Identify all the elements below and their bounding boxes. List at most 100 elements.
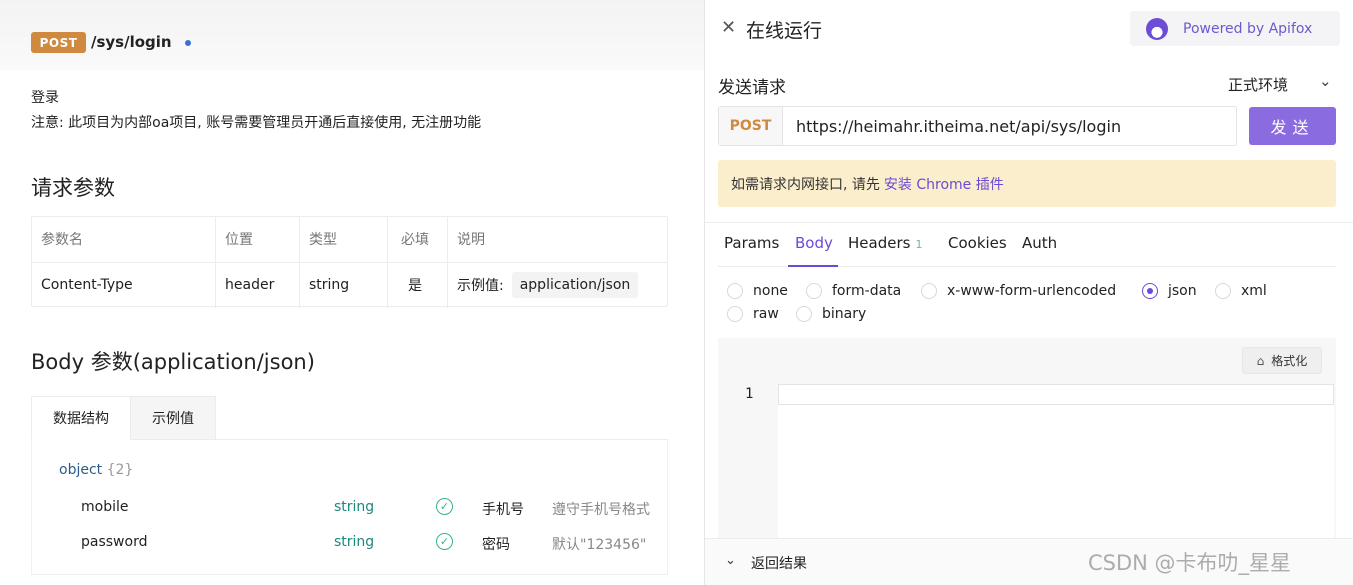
url-bar: POST: [718, 106, 1237, 146]
radio-icon: [1142, 283, 1158, 299]
param-type: string: [309, 277, 350, 293]
send-request-label: 发送请求: [718, 78, 786, 98]
header-type: 类型: [309, 232, 337, 248]
field-title: 手机号: [482, 502, 524, 518]
watermark: CSDN @卡布叻_星星: [1088, 551, 1292, 575]
format-icon: ⌂: [1256, 353, 1265, 368]
required-check-icon: ✓: [436, 498, 453, 515]
powered-by-badge[interactable]: Powered by Apifox: [1130, 11, 1340, 46]
tab-auth[interactable]: Auth: [1022, 234, 1057, 252]
param-description: 示例值: application/json: [448, 263, 668, 307]
run-title: 在线运行: [746, 20, 823, 42]
chevron-down-icon[interactable]: ⌄: [1319, 72, 1332, 90]
run-header: ✕ 在线运行 Powered by Apifox: [705, 0, 1353, 58]
field-description: 默认"123456": [552, 537, 647, 553]
api-doc-pane: POST /sys/login 登录 注意: 此项目为内部oa项目, 账号需要管…: [0, 0, 704, 585]
radio-label: form-data: [832, 283, 902, 299]
url-input[interactable]: [796, 116, 1226, 136]
radio-label: none: [753, 283, 788, 299]
schema-root[interactable]: object {2}: [59, 462, 133, 478]
example-value: application/json: [511, 272, 639, 298]
header-param-name: 参数名: [41, 232, 83, 248]
schema-field: password string ✓ 密码 默认"123456": [32, 528, 669, 558]
body-params-title: Body 参数(application/json): [31, 350, 315, 374]
table-header-row: 参数名 位置 类型 必填 说明: [32, 217, 667, 261]
radio-icon: [1215, 283, 1231, 299]
radio-icon: [796, 306, 812, 322]
api-note: 注意: 此项目为内部oa项目, 账号需要管理员开通后直接使用, 无注册功能: [31, 115, 482, 131]
run-pane: ✕ 在线运行 Powered by Apifox 发送请求 正式环境 ⌄ POS…: [704, 0, 1353, 585]
body-param-tabs: 数据结构 示例值: [31, 396, 668, 440]
line-number: 1: [745, 386, 754, 402]
body-type-form-data[interactable]: form-data: [806, 283, 901, 299]
field-name: password: [81, 534, 148, 550]
radio-icon: [921, 283, 937, 299]
active-tab-indicator: [788, 265, 838, 267]
endpoint-header: POST /sys/login: [0, 0, 704, 70]
header-location: 位置: [225, 232, 253, 248]
tab-schema[interactable]: 数据结构: [31, 396, 131, 440]
radio-icon: [727, 283, 743, 299]
request-params-title: 请求参数: [31, 176, 115, 200]
radio-icon: [727, 306, 743, 322]
tab-headers-label: Headers: [848, 234, 911, 252]
header-description: 说明: [457, 232, 485, 248]
field-type: string: [334, 499, 375, 515]
chevron-down-icon[interactable]: ⌄: [725, 553, 736, 568]
headers-count-badge: 1: [915, 238, 923, 251]
environment-select[interactable]: 正式环境: [1228, 74, 1288, 95]
format-button[interactable]: ⌂ 格式化: [1242, 347, 1322, 374]
field-title: 密码: [482, 537, 510, 553]
apifox-logo-icon: [1146, 17, 1168, 40]
field-name: mobile: [81, 499, 129, 515]
schema-root-count: {2}: [106, 462, 134, 478]
format-button-label: 格式化: [1271, 354, 1308, 368]
radio-label: json: [1168, 283, 1197, 299]
body-type-binary[interactable]: binary: [796, 306, 866, 322]
app-root: POST /sys/login 登录 注意: 此项目为内部oa项目, 账号需要管…: [0, 0, 1353, 585]
close-icon[interactable]: ✕: [721, 17, 736, 38]
radio-label: x-www-form-urlencoded: [947, 283, 1117, 299]
request-tabs: Params Body Headers 1 Cookies Auth: [718, 225, 1336, 267]
radio-icon: [806, 283, 822, 299]
param-required: 是: [408, 278, 422, 294]
header-required: 必填: [401, 232, 429, 248]
tab-params[interactable]: Params: [724, 234, 779, 252]
radio-label: raw: [753, 306, 779, 322]
intranet-notice: 如需请求内网接口, 请先 安装 Chrome 插件: [718, 160, 1336, 207]
tab-example[interactable]: 示例值: [130, 396, 216, 440]
radio-label: xml: [1241, 283, 1267, 299]
body-type-xml[interactable]: xml: [1215, 283, 1267, 299]
body-type-x-www-form-urlencoded[interactable]: x-www-form-urlencoded: [921, 283, 1116, 299]
schema-root-type: object: [59, 462, 103, 478]
install-plugin-link[interactable]: 安装 Chrome 插件: [884, 174, 1004, 194]
code-editor-line[interactable]: [778, 384, 1334, 405]
required-check-icon: ✓: [436, 533, 453, 550]
schema-field: mobile string ✓ 手机号 遵守手机号格式: [32, 493, 669, 523]
code-editor-area[interactable]: [778, 405, 1334, 538]
body-type-json[interactable]: json: [1142, 283, 1197, 299]
tab-body[interactable]: Body: [795, 234, 833, 252]
table-row: Content-Type header string 是 示例值: applic…: [32, 262, 667, 306]
tab-headers[interactable]: Headers 1: [848, 234, 922, 252]
body-type-none[interactable]: none: [727, 283, 788, 299]
line-gutter: [718, 384, 773, 538]
body-type-raw[interactable]: raw: [727, 306, 779, 322]
send-button[interactable]: 发送: [1249, 107, 1336, 145]
param-name: Content-Type: [41, 277, 133, 293]
request-params-table: 参数名 位置 类型 必填 说明 Content-Type header stri…: [31, 216, 668, 308]
divider: [705, 222, 1353, 223]
field-description: 遵守手机号格式: [552, 502, 650, 518]
param-location: header: [225, 277, 275, 293]
tab-cookies[interactable]: Cookies: [948, 234, 1007, 252]
status-dot: [185, 40, 191, 46]
example-label: 示例值:: [457, 278, 504, 294]
powered-by-text: Powered by Apifox: [1183, 20, 1313, 37]
response-label: 返回结果: [751, 556, 807, 572]
radio-label: binary: [822, 306, 867, 322]
method-select[interactable]: POST: [719, 107, 783, 145]
field-type: string: [334, 534, 375, 550]
method-badge: POST: [31, 32, 86, 53]
api-name: 登录: [31, 90, 59, 106]
schema-tree: object {2} mobile string ✓ 手机号 遵守手机号格式 p…: [31, 440, 668, 575]
